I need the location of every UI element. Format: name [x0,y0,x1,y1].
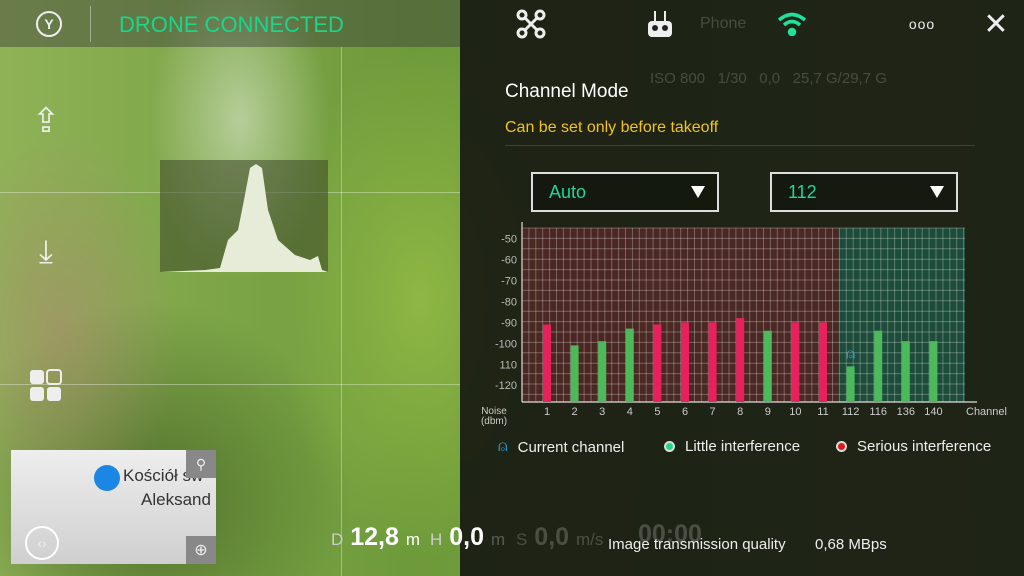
histogram[interactable] [160,160,328,272]
legend-label: Serious interference [857,438,992,455]
legend-label: Little interference [685,438,801,455]
map-recenter-icon[interactable]: ⊕ [186,536,216,564]
red-dot-icon [836,441,847,452]
bar-channel-10 [791,322,800,402]
bar-channel-8 [736,318,745,402]
height-readout: H 0,0 m [430,523,506,551]
x-tick-label: 5 [654,406,660,418]
bar-channel-140 [929,341,938,402]
x-tick-label: 2 [572,406,578,418]
x-tick-label: 116 [869,406,887,418]
x-tick-label: 4 [627,406,633,418]
x-tick-label: 140 [924,406,942,418]
x-tick-label: 11 [817,406,828,418]
camera-params: ISO 800 1/30 0,0 25,7 G/29,7 G [650,70,887,87]
channel-noise-chart: Noise (dbm) Channel -50-60-70-80-90-1001… [481,222,1007,427]
panel-subtitle: Can be set only before takeoff [505,119,719,136]
bar-channel-112 [846,366,855,402]
legend-current: ⍝ Current channel [498,438,624,456]
current-channel-icon: ⍝ [846,345,855,362]
channel-mode-value: Auto [549,182,587,202]
bar-channel-6 [681,322,689,402]
y-tick-label: -100 [495,338,517,350]
bar-channel-2 [570,345,579,402]
bar-channel-9 [763,330,772,402]
y-tick-label: -70 [501,275,517,287]
map-layers-icon[interactable]: ⚲ [186,450,216,478]
x-tick-label: 9 [765,406,771,418]
y-tick-label: 110 [499,359,517,371]
x-axis-label: Channel [966,406,1007,418]
channel-mode-select[interactable]: Auto [531,172,719,212]
bar-channel-3 [598,341,607,402]
takeoff-icon[interactable]: ⇪ [28,100,64,142]
drone-settings-icon[interactable] [516,9,546,39]
legend-serious: Serious interference [836,438,991,455]
x-tick-label: 3 [599,406,605,418]
bar-channel-4 [625,328,634,402]
transmission-value: 0,68 MBps [815,536,887,553]
connection-status: DRONE CONNECTED [119,12,344,37]
phone-label: Phone [700,15,747,32]
return-home-icon[interactable]: ⤓ [24,232,68,272]
bar-channel-7 [708,322,717,402]
legend-label: Current channel [517,438,625,456]
x-tick-label: 136 [897,406,915,418]
divider [505,145,975,146]
map-expand-icon[interactable]: ‹› [25,526,59,560]
x-tick-label: 112 [842,406,860,418]
more-icon[interactable]: ooo [906,14,938,34]
intelligent-flight-icon[interactable] [28,368,64,404]
green-dot-icon [664,441,675,452]
channel-value: 112 [788,182,817,202]
bar-channel-11 [819,322,827,402]
bar-channel-5 [653,324,662,402]
chevron-down-icon [930,186,944,198]
x-tick-label: 8 [737,406,743,418]
antenna-icon: ⍝ [498,438,508,455]
remote-controller-icon[interactable] [646,9,674,39]
distance-readout: D 12,8 m [331,523,421,551]
panel-title: Channel Mode [505,81,629,102]
x-tick-label: 7 [710,406,716,418]
legend-little: Little interference [664,438,800,455]
x-tick-label: 1 [544,406,550,418]
channel-select[interactable]: 112 [770,172,958,212]
speed-readout: S 0,0 m/s [516,523,604,551]
bar-channel-136 [901,341,910,402]
close-icon[interactable]: ✕ [982,8,1010,41]
y-tick-label: -90 [501,317,517,329]
y-tick-label: -120 [495,380,517,392]
map-label: Aleksand [141,490,211,509]
grid-line [341,47,342,576]
app-logo-icon[interactable]: Y [36,11,62,37]
y-axis-label: (dbm) [481,416,507,427]
x-tick-label: 6 [682,406,688,418]
map-pin-icon [94,465,120,491]
transmission-label: Image transmission quality [608,536,786,553]
mini-map[interactable]: Kościół św Aleksand ⚲ ⊕ ‹› [11,450,216,564]
y-tick-label: -60 [501,254,517,266]
y-tick-label: -80 [501,296,517,308]
chevron-down-icon [691,186,705,198]
grid-line [0,384,460,385]
x-tick-label: 10 [789,406,801,418]
y-tick-label: -50 [501,233,517,245]
wifi-icon[interactable] [777,12,807,36]
bar-channel-116 [874,330,883,402]
bar-channel-1 [543,324,551,402]
